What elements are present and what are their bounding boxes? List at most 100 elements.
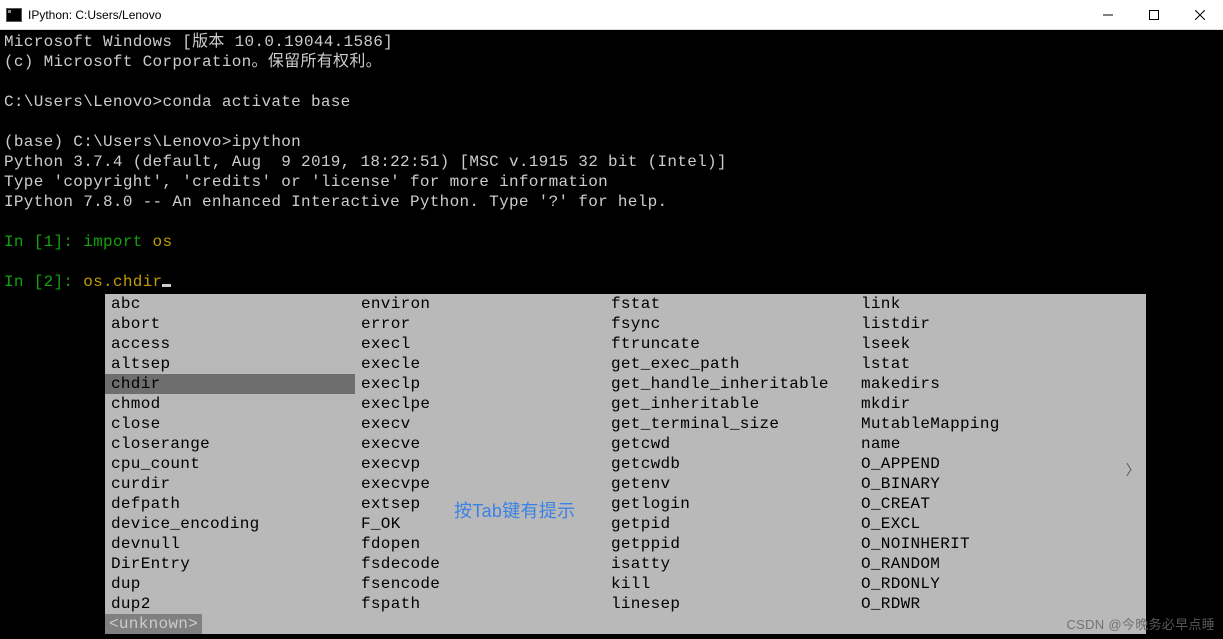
- completion-item[interactable]: O_EXCL: [855, 514, 1115, 534]
- blank-line: [4, 212, 1219, 232]
- completion-popup[interactable]: abcabortaccessaltsepchdirchmodcloseclose…: [105, 294, 1146, 634]
- completion-item[interactable]: lstat: [855, 354, 1115, 374]
- completion-item[interactable]: fsync: [605, 314, 855, 334]
- completion-item[interactable]: listdir: [855, 314, 1115, 334]
- prompt-line-1: C:\Users\Lenovo>conda activate base: [4, 92, 1219, 112]
- completion-item[interactable]: get_inheritable: [605, 394, 855, 414]
- completion-item[interactable]: execlpe: [355, 394, 605, 414]
- completion-item[interactable]: O_BINARY: [855, 474, 1115, 494]
- completion-item[interactable]: getppid: [605, 534, 855, 554]
- completion-item[interactable]: getcwdb: [605, 454, 855, 474]
- completion-column: environerrorexeclexecleexeclpexeclpeexec…: [355, 294, 605, 614]
- maximize-button[interactable]: [1131, 0, 1177, 29]
- completion-item[interactable]: chdir: [105, 374, 355, 394]
- completion-item[interactable]: O_CREAT: [855, 494, 1115, 514]
- completion-item[interactable]: getcwd: [605, 434, 855, 454]
- completion-item[interactable]: linesep: [605, 594, 855, 614]
- completion-item[interactable]: mkdir: [855, 394, 1115, 414]
- completion-item[interactable]: O_NOINHERIT: [855, 534, 1115, 554]
- completion-column: abcabortaccessaltsepchdirchmodcloseclose…: [105, 294, 355, 614]
- completion-item[interactable]: environ: [355, 294, 605, 314]
- prompt1-cmd: conda activate base: [162, 93, 350, 111]
- terminal-icon: [6, 8, 22, 22]
- completion-item[interactable]: error: [355, 314, 605, 334]
- completion-item[interactable]: cpu_count: [105, 454, 355, 474]
- window-title: IPython: C:Users/Lenovo: [28, 8, 1085, 22]
- completion-item[interactable]: close: [105, 414, 355, 434]
- completion-item[interactable]: kill: [605, 574, 855, 594]
- completion-item[interactable]: fspath: [355, 594, 605, 614]
- completion-item[interactable]: name: [855, 434, 1115, 454]
- completion-item[interactable]: ftruncate: [605, 334, 855, 354]
- os-version-line: Microsoft Windows [版本 10.0.19044.1586]: [4, 32, 1219, 52]
- completion-grid: abcabortaccessaltsepchdirchmodcloseclose…: [105, 294, 1146, 614]
- completion-item[interactable]: fdopen: [355, 534, 605, 554]
- completion-column: fstatfsyncftruncateget_exec_pathget_hand…: [605, 294, 855, 614]
- in1-keyword: import: [83, 233, 142, 251]
- completion-item[interactable]: dup: [105, 574, 355, 594]
- completion-item[interactable]: defpath: [105, 494, 355, 514]
- blank-line: [4, 252, 1219, 272]
- completion-item[interactable]: curdir: [105, 474, 355, 494]
- completion-status-row: <unknown>: [105, 614, 1146, 634]
- in2-label: In [2]:: [4, 273, 83, 291]
- completion-item[interactable]: fsdecode: [355, 554, 605, 574]
- completion-item[interactable]: execvpe: [355, 474, 605, 494]
- completion-column: linklistdirlseeklstatmakedirsmkdirMutabl…: [855, 294, 1115, 614]
- type-info-line: Type 'copyright', 'credits' or 'license'…: [4, 172, 1219, 192]
- window-controls: [1085, 0, 1223, 29]
- completion-item[interactable]: fsencode: [355, 574, 605, 594]
- completion-item[interactable]: O_APPEND: [855, 454, 1115, 474]
- prompt1-path: C:\Users\Lenovo>: [4, 93, 162, 111]
- completion-item[interactable]: execv: [355, 414, 605, 434]
- completion-item[interactable]: execve: [355, 434, 605, 454]
- completion-item[interactable]: lseek: [855, 334, 1115, 354]
- prompt2-cmd: ipython: [232, 133, 301, 151]
- terminal-area[interactable]: Microsoft Windows [版本 10.0.19044.1586] (…: [0, 30, 1223, 639]
- completion-item[interactable]: O_RDONLY: [855, 574, 1115, 594]
- in-2-line: In [2]: os.chdir: [4, 272, 1219, 292]
- completion-item[interactable]: makedirs: [855, 374, 1115, 394]
- completion-item[interactable]: access: [105, 334, 355, 354]
- annotation-label: 按Tab键有提示: [454, 501, 575, 521]
- completion-item[interactable]: chmod: [105, 394, 355, 414]
- completion-item[interactable]: execl: [355, 334, 605, 354]
- completion-item[interactable]: device_encoding: [105, 514, 355, 534]
- window-titlebar: IPython: C:Users/Lenovo: [0, 0, 1223, 30]
- completion-item[interactable]: DirEntry: [105, 554, 355, 574]
- completion-item[interactable]: get_terminal_size: [605, 414, 855, 434]
- completion-item[interactable]: O_RDWR: [855, 594, 1115, 614]
- completion-item[interactable]: abort: [105, 314, 355, 334]
- completion-item[interactable]: getlogin: [605, 494, 855, 514]
- completion-item[interactable]: get_exec_path: [605, 354, 855, 374]
- completion-item[interactable]: closerange: [105, 434, 355, 454]
- completion-item[interactable]: devnull: [105, 534, 355, 554]
- completion-item[interactable]: abc: [105, 294, 355, 314]
- completion-item[interactable]: execle: [355, 354, 605, 374]
- completion-item[interactable]: getpid: [605, 514, 855, 534]
- close-icon: [1195, 10, 1205, 20]
- completion-item[interactable]: dup2: [105, 594, 355, 614]
- minimize-button[interactable]: [1085, 0, 1131, 29]
- copyright-line: (c) Microsoft Corporation。保留所有权利。: [4, 52, 1219, 72]
- completion-item[interactable]: execvp: [355, 454, 605, 474]
- completion-item[interactable]: link: [855, 294, 1115, 314]
- completion-item[interactable]: altsep: [105, 354, 355, 374]
- minimize-icon: [1103, 10, 1113, 20]
- completion-item[interactable]: getenv: [605, 474, 855, 494]
- completion-item[interactable]: O_RANDOM: [855, 554, 1115, 574]
- completion-item[interactable]: fstat: [605, 294, 855, 314]
- prompt-line-2: (base) C:\Users\Lenovo>ipython: [4, 132, 1219, 152]
- in-1-line: In [1]: import os: [4, 232, 1219, 252]
- scroll-right-indicator[interactable]: 〉: [1126, 462, 1140, 482]
- prompt2-path: (base) C:\Users\Lenovo>: [4, 133, 232, 151]
- watermark-text: CSDN @今晚务必早点睡: [1066, 615, 1215, 635]
- close-button[interactable]: [1177, 0, 1223, 29]
- completion-item[interactable]: execlp: [355, 374, 605, 394]
- completion-item[interactable]: MutableMapping: [855, 414, 1115, 434]
- in1-label: In [1]:: [4, 233, 83, 251]
- maximize-icon: [1149, 10, 1159, 20]
- completion-item[interactable]: isatty: [605, 554, 855, 574]
- completion-item[interactable]: get_handle_inheritable: [605, 374, 855, 394]
- in2-code: os.chdir: [83, 273, 162, 291]
